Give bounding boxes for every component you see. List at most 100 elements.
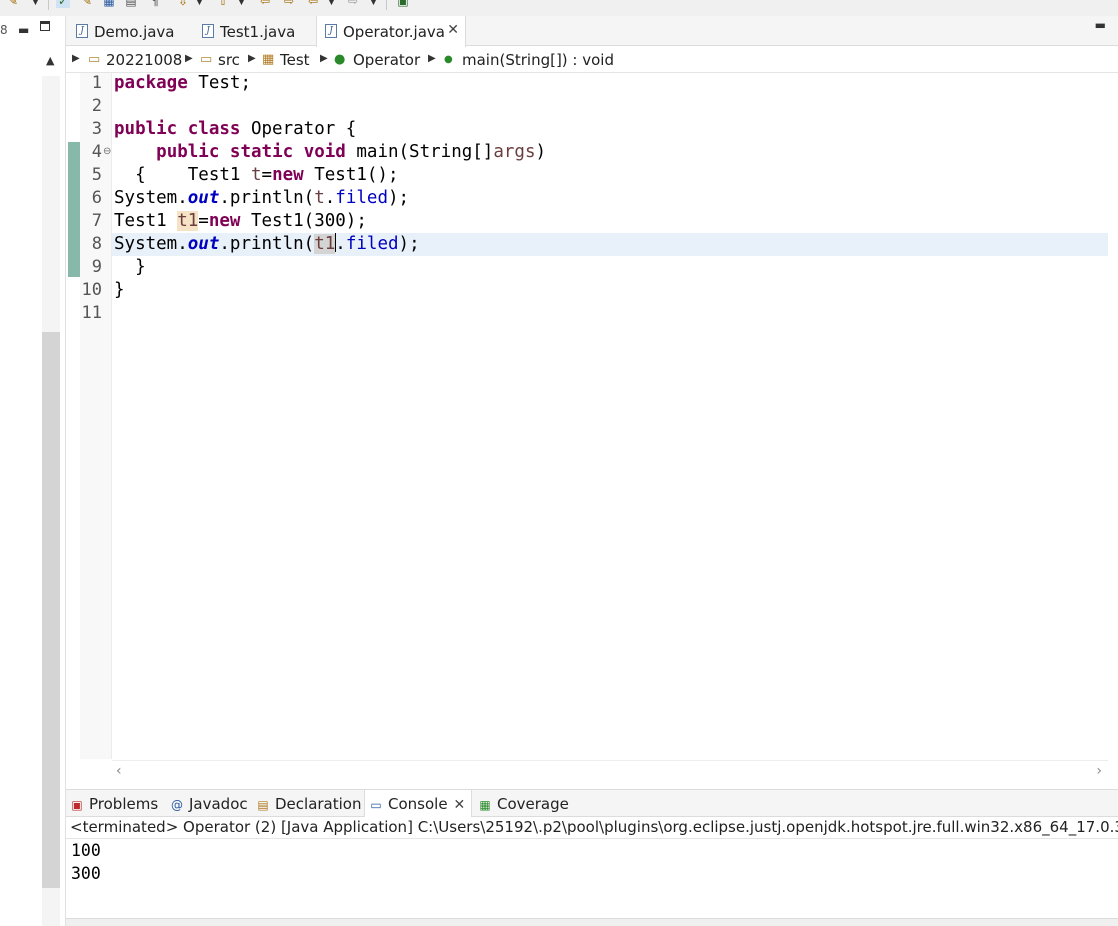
left-scrollbar-thumb[interactable]	[42, 332, 60, 888]
close-icon[interactable]: ✕	[447, 22, 459, 38]
scroll-right-icon[interactable]: ›	[1096, 763, 1102, 779]
left-side-panel: 8 ▬ ▲	[0, 16, 66, 926]
chevron-right-icon[interactable]: ▶	[248, 53, 256, 64]
line-number: 2	[91, 96, 102, 116]
breadcrumb-class[interactable]: Operator	[353, 51, 420, 69]
chevron-right-icon[interactable]: ▶	[72, 53, 80, 64]
bottom-panel-tab-bar: ▣ Problems @ Javadoc ▤ Declaration ▭ Console…	[66, 789, 1118, 818]
parameter-args: args	[493, 142, 536, 162]
line-number: 8	[91, 234, 102, 254]
previous-annotation-icon[interactable]: ⇧	[216, 0, 230, 8]
tab-javadoc[interactable]: @ Javadoc	[170, 795, 248, 813]
code-text: }	[114, 280, 125, 300]
code-text: =	[261, 165, 273, 185]
code-text: =	[198, 211, 209, 231]
tab-problems[interactable]: ▣ Problems	[70, 795, 158, 813]
scroll-up-icon[interactable]: ▲	[46, 54, 54, 67]
main-toolbar: ✎ ▼ ✓ ✎ ▦ ▤ ¶ ⇩ ▼ ⇧ ▼ ⇦ ⇨ ⇦ ▼ ⇨ ▼ ▣	[0, 0, 1118, 16]
fold-collapse-icon[interactable]: ⊖	[103, 146, 111, 157]
mark-occurrences-icon[interactable]: ✎	[80, 0, 94, 8]
code-line-9: }	[114, 256, 146, 279]
chevron-right-icon[interactable]: ▶	[185, 53, 193, 64]
chevron-down-icon[interactable]: ▼	[196, 0, 203, 7]
forward-history-icon[interactable]: ⇨	[346, 0, 360, 8]
breadcrumb-package[interactable]: Test	[280, 51, 310, 69]
tab-label: Console	[388, 795, 448, 813]
code-text: Test1(300);	[240, 211, 367, 231]
tab-label: Coverage	[497, 795, 569, 813]
chevron-down-icon[interactable]: ▼	[238, 0, 245, 7]
word-wrap-icon[interactable]: ▤	[124, 0, 138, 8]
code-text: );	[387, 188, 410, 208]
next-annotation-icon[interactable]: ⇩	[176, 0, 190, 8]
console-output-line: 300	[71, 864, 101, 883]
code-text: main(String[]	[345, 142, 494, 162]
line-number: 7	[91, 211, 102, 231]
javadoc-icon: @	[171, 798, 183, 812]
line-number: 4	[91, 142, 102, 162]
breadcrumb-method[interactable]: main(String[]) : void	[462, 51, 614, 69]
show-whitespace-icon[interactable]: ¶	[148, 0, 162, 8]
minimize-icon[interactable]: ▬	[18, 23, 29, 37]
keyword-package: package	[114, 73, 188, 93]
block-selection-icon[interactable]: ▦	[102, 0, 116, 8]
horizontal-scrollbar[interactable]: ‹ ›	[112, 760, 1108, 780]
tab-demo-java[interactable]: J Demo.java	[68, 16, 194, 46]
code-text: System.	[114, 234, 188, 254]
code-text: )	[535, 142, 547, 162]
line-number: 11	[81, 303, 102, 323]
local-var-t: t	[314, 188, 325, 208]
close-icon[interactable]: ✕	[454, 797, 466, 813]
breadcrumb-src[interactable]: src	[218, 51, 240, 69]
chevron-down-icon[interactable]: ▼	[370, 0, 377, 7]
field-filed: filed	[335, 188, 388, 208]
tab-declaration[interactable]: ▤ Declaration	[256, 795, 361, 813]
toolbar-divider	[48, 0, 49, 10]
back-history-icon[interactable]: ⇦	[306, 0, 320, 8]
keyword-public: public	[156, 142, 220, 162]
tab-test1-java[interactable]: J Test1.java	[194, 16, 314, 46]
minimize-icon[interactable]: ▬	[1095, 18, 1106, 32]
chevron-down-icon[interactable]: ▼	[328, 0, 335, 7]
line-number: 1	[91, 73, 102, 93]
chevron-right-icon[interactable]: ▶	[320, 53, 328, 64]
keyword-new: new	[272, 165, 304, 185]
tab-label: Test1.java	[220, 23, 296, 41]
code-char: 1	[324, 234, 336, 254]
code-text: );	[398, 234, 420, 254]
java-file-icon: J	[76, 24, 88, 38]
scroll-left-icon[interactable]: ‹	[116, 763, 122, 779]
code-line-8: System.out.println(t1.filed);	[114, 233, 420, 256]
breadcrumb: ▶ ▭ 20221008 ▶ ▭ src ▶ ▦ Test ▶ ● Operat…	[66, 47, 1118, 73]
code-line-5: { Test1 t=new Test1();	[114, 164, 399, 187]
tab-label: Demo.java	[94, 23, 175, 41]
tab-coverage[interactable]: ▦ Coverage	[478, 795, 569, 813]
maximize-icon[interactable]	[40, 21, 50, 31]
project-folder-icon: ▭	[88, 52, 101, 67]
breadcrumb-project[interactable]: 20221008	[106, 51, 182, 69]
local-var-t1-occurrence: t1	[177, 211, 199, 231]
chevron-down-icon[interactable]: ▼	[32, 0, 39, 7]
local-var-t: t	[250, 165, 262, 185]
wrench-icon[interactable]: ✎	[6, 0, 20, 8]
line-number: 3	[91, 119, 102, 139]
chevron-right-icon[interactable]: ▶	[428, 53, 436, 64]
console-status-line: <terminated> Operator (2) [Java Applicat…	[66, 817, 1118, 839]
line-number: 9	[91, 257, 102, 277]
tab-console[interactable]: ▭ Console ✕	[364, 790, 472, 818]
vertical-scrollbar[interactable]	[1108, 73, 1118, 759]
tab-operator-java[interactable]: J Operator.java ✕	[316, 16, 466, 47]
toggle-breadcrumb-icon[interactable]: ✓	[56, 0, 70, 8]
code-line-6: System.out.println(t.filed);	[114, 187, 409, 210]
change-marker	[68, 142, 80, 277]
console-output-line: 100	[71, 841, 101, 860]
console-output[interactable]: 100 300	[66, 839, 1118, 919]
tab-label: Operator.java	[343, 23, 445, 41]
static-field-out: out	[187, 234, 220, 254]
code-text: Test1();	[303, 165, 399, 185]
back-icon[interactable]: ⇦	[258, 0, 272, 8]
new-window-icon[interactable]: ▣	[396, 0, 410, 8]
code-text: .println(	[219, 188, 315, 208]
forward-icon[interactable]: ⇨	[282, 0, 296, 8]
